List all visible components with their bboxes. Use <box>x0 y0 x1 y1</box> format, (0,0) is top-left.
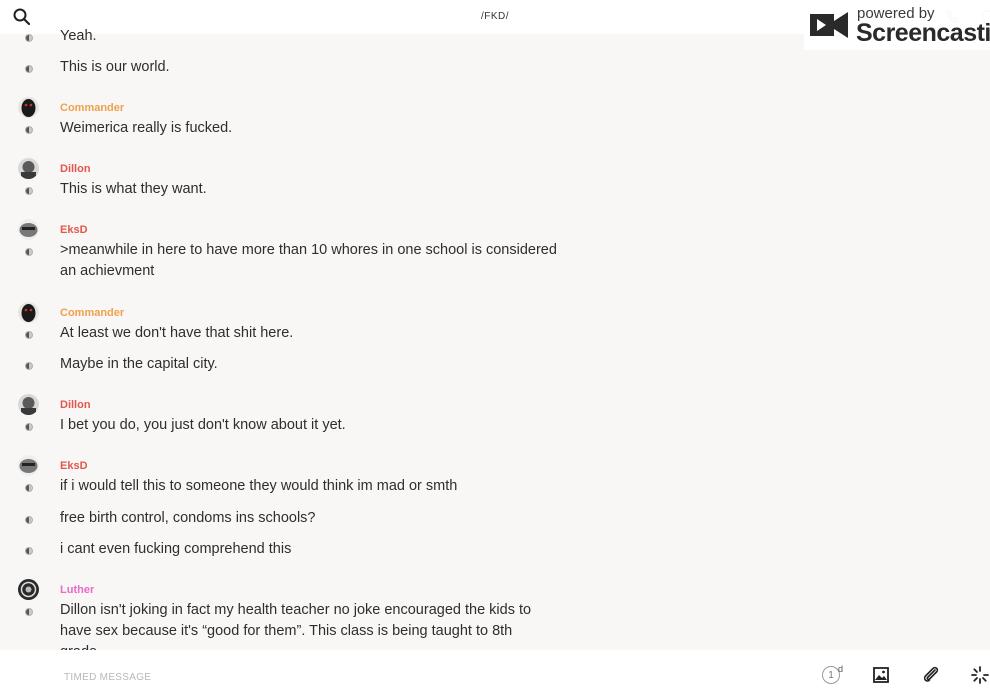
read-status-icon <box>25 423 33 431</box>
read-status-icon <box>25 248 33 256</box>
message-author[interactable]: Dillon <box>60 399 91 411</box>
message-author[interactable]: Commander <box>60 102 124 114</box>
message-text: Dillon isn't joking in fact my health te… <box>60 602 532 650</box>
message-text: >meanwhile in here to have more than 10 … <box>60 242 557 279</box>
message-text: I bet you do, you just don't know about … <box>60 417 346 433</box>
message-text: i cant even fucking comprehend this <box>60 541 292 557</box>
read-status-icon <box>25 516 33 524</box>
avatar-dillon[interactable] <box>18 158 39 179</box>
avatar-eksd[interactable] <box>18 219 39 240</box>
read-status-icon <box>25 331 33 339</box>
message-text: if i would tell this to someone they wou… <box>60 478 458 494</box>
avatar-dillon[interactable] <box>18 394 39 415</box>
read-status-icon <box>25 126 33 134</box>
composer-bar <box>0 650 990 700</box>
attachment-icon[interactable] <box>920 664 942 686</box>
read-status-icon <box>25 547 33 555</box>
message-text: free birth control, condoms ins schools? <box>60 510 316 526</box>
message-text: Maybe in the capital city. <box>60 356 218 372</box>
avatar-commander[interactable] <box>18 97 39 118</box>
message-text: This is our world. <box>60 59 170 75</box>
timed-message-input[interactable] <box>62 666 366 688</box>
avatar-eksd[interactable] <box>18 455 39 476</box>
message-author[interactable]: Dillon <box>60 163 91 175</box>
image-icon[interactable] <box>870 664 892 686</box>
message-author[interactable]: Commander <box>60 307 124 319</box>
message-text: This is what they want. <box>60 181 207 197</box>
message-author[interactable]: EksD <box>60 460 88 472</box>
read-status-icon <box>25 34 33 42</box>
read-status-icon <box>25 187 33 195</box>
message-feed[interactable]: Yeah. This is our world. Commander Weime… <box>0 24 990 650</box>
read-status-icon <box>25 65 33 73</box>
message-text: Weimerica really is fucked. <box>60 120 233 136</box>
avatar-commander[interactable] <box>18 302 39 323</box>
read-status-icon <box>25 608 33 616</box>
read-status-icon <box>25 484 33 492</box>
loading-spinner-icon[interactable] <box>969 664 990 686</box>
message-author[interactable]: EksD <box>60 224 88 236</box>
avatar-luther[interactable] <box>18 579 39 600</box>
read-status-icon <box>25 362 33 370</box>
message-author[interactable]: Luther <box>60 584 94 596</box>
message-text: Yeah. <box>60 28 97 44</box>
message-text: At least we don't have that shit here. <box>60 325 294 341</box>
message-timer-unit: d <box>838 664 844 674</box>
